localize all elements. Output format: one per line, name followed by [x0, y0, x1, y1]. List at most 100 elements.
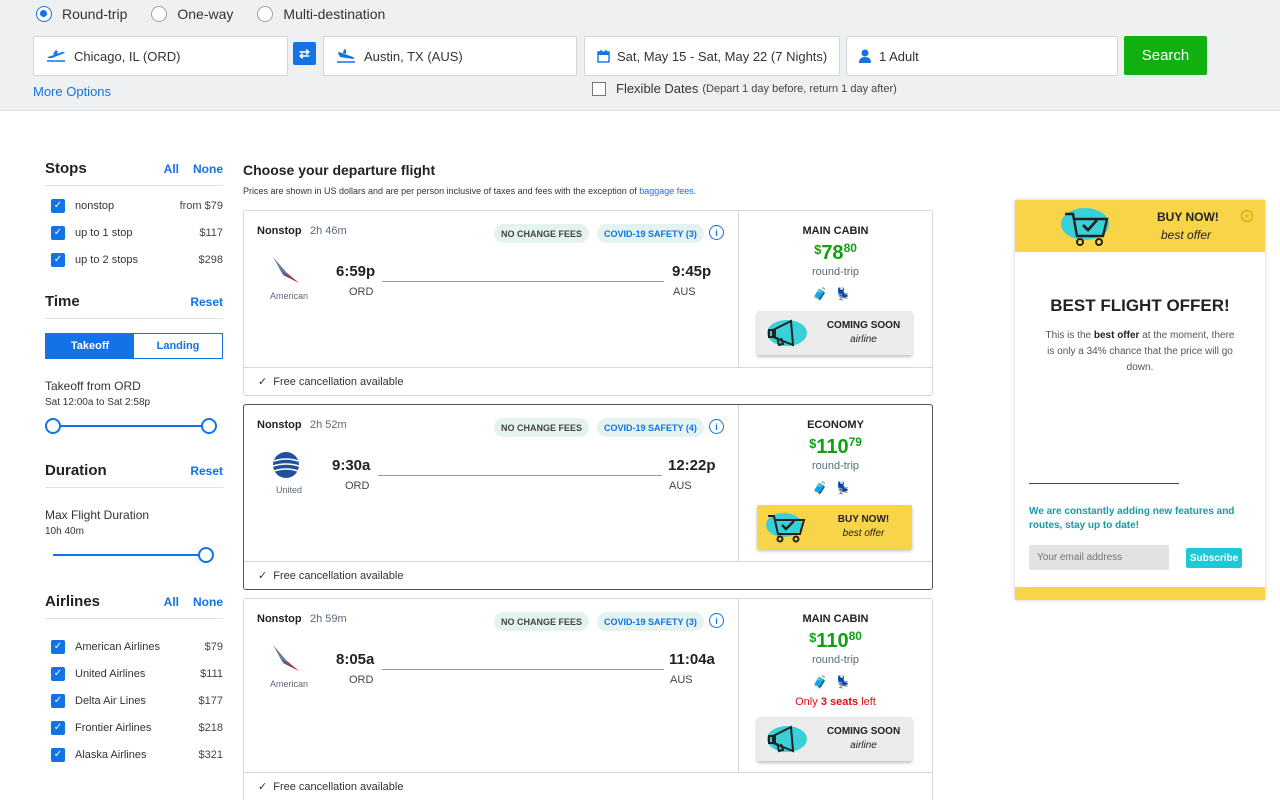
swap-icon[interactable]: ⇄ — [293, 42, 316, 65]
slider-track — [53, 425, 210, 427]
free-cancellation-text: Free cancellation available — [273, 780, 404, 793]
amenities: 🧳💺 — [739, 675, 932, 689]
stops-option[interactable]: ✓ up to 2 stops $298 — [45, 246, 223, 273]
origin-input[interactable]: Chicago, IL (ORD) — [33, 36, 288, 76]
covid-safety-badge[interactable]: COVID-19 SAFETY (3) — [597, 224, 704, 243]
airlines-all-link[interactable]: All — [164, 595, 179, 609]
airlines-none-link[interactable]: None — [193, 595, 223, 609]
megaphone-icon — [757, 316, 815, 350]
check-icon: ✓ — [258, 781, 268, 793]
coming-soon-button[interactable]: COMING SOON airline — [757, 717, 912, 761]
slider-end-handle[interactable] — [201, 418, 217, 434]
airline-option[interactable]: ✓ American Airlines $79 — [45, 633, 223, 660]
seat-icon: 💺 — [835, 287, 859, 301]
stops-all-link[interactable]: All — [164, 162, 179, 176]
route-line — [378, 475, 662, 476]
flight-stops: Nonstop — [257, 613, 302, 625]
airline-option[interactable]: ✓ Alaska Airlines $321 — [45, 741, 223, 768]
airline-option-label: Alaska Airlines — [75, 748, 147, 761]
search-panel: Round-trip One-way Multi-destination Chi… — [0, 0, 1280, 111]
subscribe-button[interactable]: Subscribe — [1186, 548, 1242, 568]
flight-card[interactable]: Nonstop 2h 52m NO CHANGE FEES COVID-19 S… — [243, 404, 933, 590]
flight-card[interactable]: Nonstop 2h 46m NO CHANGE FEES COVID-19 S… — [243, 210, 933, 396]
airline-option-label: United Airlines — [75, 667, 146, 680]
trip-type-one-way[interactable]: One-way — [151, 6, 233, 22]
plane-takeoff-icon — [44, 49, 68, 63]
tab-takeoff[interactable]: Takeoff — [46, 334, 134, 358]
results-title: Choose your departure flight — [243, 162, 436, 178]
stops-none-link[interactable]: None — [193, 162, 223, 176]
covid-safety-badge[interactable]: COVID-19 SAFETY (3) — [597, 612, 704, 631]
trip-type-round-trip[interactable]: Round-trip — [36, 6, 127, 22]
coming-soon-button[interactable]: COMING SOON airline — [757, 311, 912, 355]
stops-header: Stops All None — [45, 160, 223, 186]
results-note: Prices are shown in US dollars and are p… — [243, 186, 696, 196]
airline-option-price: $321 — [198, 748, 223, 761]
seats-left: Only 3 seats left — [739, 696, 932, 708]
info-icon[interactable]: i — [709, 419, 724, 434]
stops-option[interactable]: ✓ up to 1 stop $117 — [45, 219, 223, 246]
flight-stops: Nonstop — [257, 419, 302, 431]
time-reset-link[interactable]: Reset — [190, 295, 223, 309]
trip-type-multi-destination[interactable]: Multi-destination — [257, 6, 385, 22]
trip-type: round-trip — [811, 266, 860, 278]
airline-option[interactable]: ✓ Frontier Airlines $218 — [45, 714, 223, 741]
email-input[interactable] — [1029, 545, 1169, 570]
buy-now-button[interactable]: BUY NOW! best offer — [757, 505, 912, 549]
travelers-input[interactable]: 1 Adult — [846, 36, 1118, 76]
radio-icon — [151, 6, 168, 22]
airline-option-label: Delta Air Lines — [75, 694, 146, 707]
covid-safety-badge[interactable]: COVID-19 SAFETY (4) — [597, 418, 704, 437]
close-icon[interactable]: × — [1241, 210, 1253, 222]
offer-description: This is the best offer at the moment, th… — [1045, 328, 1235, 376]
arrival-airport: AUS — [669, 480, 692, 492]
arrival-airport: AUS — [673, 286, 696, 298]
info-icon[interactable]: i — [709, 225, 724, 240]
fare-price: $7880 — [814, 241, 857, 264]
flight-details: Nonstop 2h 59m NO CHANGE FEES COVID-19 S… — [244, 599, 739, 773]
dates-input[interactable]: Sat, May 15 - Sat, May 22 (7 Nights) — [584, 36, 840, 76]
promo-title: COMING SOON — [826, 726, 901, 737]
duration-slider[interactable] — [45, 545, 223, 565]
flight-details: Nonstop 2h 46m NO CHANGE FEES COVID-19 S… — [244, 211, 739, 367]
baggage-fees-link[interactable]: baggage fees. — [639, 186, 696, 196]
more-options-link[interactable]: More Options — [33, 84, 111, 99]
stops-option-label: up to 1 stop — [75, 226, 133, 239]
filters-sidebar: Stops All None ✓ nonstop from $79 ✓ up t… — [45, 160, 223, 768]
flight-card[interactable]: Nonstop 2h 59m NO CHANGE FEES COVID-19 S… — [243, 598, 933, 800]
seats-left-prefix: Only — [795, 696, 818, 708]
free-cancellation: ✓ Free cancellation available — [244, 561, 932, 589]
airline-option-label: Frontier Airlines — [75, 721, 152, 734]
airline-option-label: American Airlines — [75, 640, 160, 653]
slider-start-handle[interactable] — [45, 418, 61, 434]
cart-icon — [757, 510, 815, 544]
stops-option[interactable]: ✓ nonstop from $79 — [45, 192, 223, 219]
airline-option-price: $218 — [198, 721, 223, 734]
airline-option[interactable]: ✓ Delta Air Lines $177 — [45, 687, 223, 714]
destination-input[interactable]: Austin, TX (AUS) — [323, 36, 577, 76]
time-title: Time — [45, 293, 80, 310]
flexible-dates-checkbox[interactable]: Flexible Dates (Depart 1 day before, ret… — [592, 81, 897, 96]
fare-price-whole: 78 — [821, 242, 844, 264]
checkbox-checked-icon: ✓ — [51, 720, 65, 735]
no-change-fees-badge: NO CHANGE FEES — [494, 224, 590, 243]
info-icon[interactable]: i — [709, 613, 724, 628]
trip-type-label: Multi-destination — [283, 6, 386, 22]
cart-icon — [1061, 208, 1109, 246]
takeoff-time-slider[interactable] — [45, 416, 223, 436]
person-icon — [857, 49, 873, 63]
flight-duration: 2h 46m — [310, 225, 347, 237]
tab-landing[interactable]: Landing — [134, 334, 222, 358]
cabin-class: ECONOMY — [807, 419, 864, 431]
trip-type-group: Round-trip One-way Multi-destination — [36, 6, 385, 22]
airline-option[interactable]: ✓ United Airlines $111 — [45, 660, 223, 687]
search-button[interactable]: Search — [1124, 36, 1207, 75]
duration-header: Duration Reset — [45, 462, 223, 488]
duration-reset-link[interactable]: Reset — [190, 464, 223, 478]
fare-price-cents: 80 — [843, 241, 857, 255]
slider-handle[interactable] — [198, 547, 214, 563]
stops-option-label: up to 2 stops — [75, 253, 138, 266]
promo-title: BUY NOW! — [837, 514, 890, 525]
check-icon: ✓ — [258, 570, 268, 582]
checkbox-checked-icon: ✓ — [51, 747, 65, 762]
